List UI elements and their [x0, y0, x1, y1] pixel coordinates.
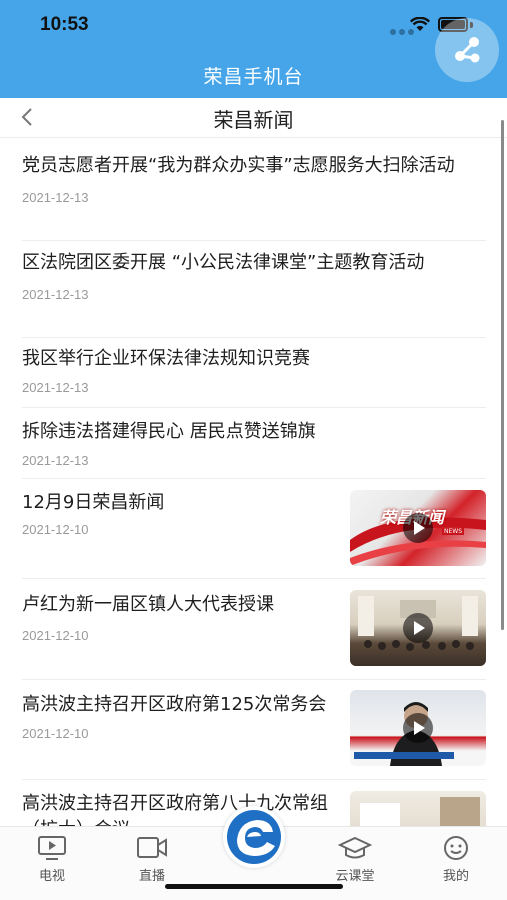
rongchang-logo-icon	[227, 810, 281, 864]
tab-label: 云课堂	[335, 869, 375, 884]
news-date: 2021-12-13	[22, 380, 89, 395]
news-item[interactable]: 区法院团区委开展 “小公民法律课堂”主题教育活动 2021-12-13	[22, 250, 486, 338]
home-indicator	[165, 884, 343, 889]
tab-tv[interactable]: 电视	[17, 835, 87, 884]
smiley-face-icon	[444, 836, 468, 860]
wifi-icon	[410, 17, 430, 31]
news-title: 高洪波主持召开区政府第125次常务会	[22, 694, 327, 715]
news-item[interactable]: 12月9日荣昌新闻 2021-12-10 荣昌新闻 NEWS	[22, 480, 486, 579]
thumbnail-caption-sub: NEWS	[442, 528, 465, 535]
play-icon	[403, 513, 433, 543]
scrollbar[interactable]	[501, 120, 504, 630]
tv-icon	[38, 836, 66, 860]
play-icon	[403, 613, 433, 643]
news-item[interactable]: 拆除违法搭建得民心 居民点赞送锦旗 2021-12-13	[22, 419, 486, 479]
news-date: 2021-12-13	[22, 287, 89, 302]
video-thumbnail[interactable]: 荣昌新闻 NEWS	[350, 490, 486, 566]
news-item[interactable]: 我区举行企业环保法律法规知识竞赛 2021-12-13	[22, 346, 486, 408]
news-item[interactable]: 高洪波主持召开区政府第125次常务会 2021-12-10	[22, 680, 486, 780]
news-date: 2021-12-13	[22, 190, 89, 205]
news-title: 区法院团区委开展 “小公民法律课堂”主题教育活动	[22, 252, 425, 273]
news-item[interactable]: 卢红为新一届区镇人大代表授课 2021-12-10	[22, 580, 486, 680]
page-title: 荣昌新闻	[213, 108, 294, 132]
news-date: 2021-12-13	[22, 453, 89, 468]
tab-label: 我的	[442, 869, 469, 884]
tab-label: 电视	[38, 869, 65, 884]
tab-label: 直播	[138, 869, 165, 884]
video-camera-icon	[137, 837, 167, 858]
video-thumbnail[interactable]	[350, 690, 486, 766]
news-title: 我区举行企业环保法律法规知识竞赛	[22, 348, 310, 369]
news-title: 党员志愿者开展“我为群众办实事”志愿服务大扫除活动	[22, 155, 455, 176]
tab-cloud-class[interactable]: 云课堂	[320, 835, 390, 884]
share-icon	[455, 37, 480, 63]
video-thumbnail[interactable]	[350, 590, 486, 666]
news-item[interactable]: 党员志愿者开展“我为群众办实事”志愿服务大扫除活动 2021-12-13	[22, 153, 486, 241]
home-logo-button[interactable]	[223, 806, 285, 868]
tab-mine[interactable]: 我的	[421, 835, 491, 884]
play-icon	[403, 713, 433, 743]
news-title: 拆除违法搭建得民心 居民点赞送锦旗	[22, 421, 316, 442]
status-time: 10:53	[40, 14, 89, 35]
top-bar: 10:53 荣昌手机台	[0, 0, 507, 98]
graduation-cap-icon	[338, 836, 372, 859]
nav-bar: 荣昌新闻	[0, 98, 507, 138]
tab-live[interactable]: 直播	[117, 835, 187, 884]
app-title: 荣昌手机台	[203, 66, 304, 88]
share-button[interactable]	[435, 18, 499, 82]
